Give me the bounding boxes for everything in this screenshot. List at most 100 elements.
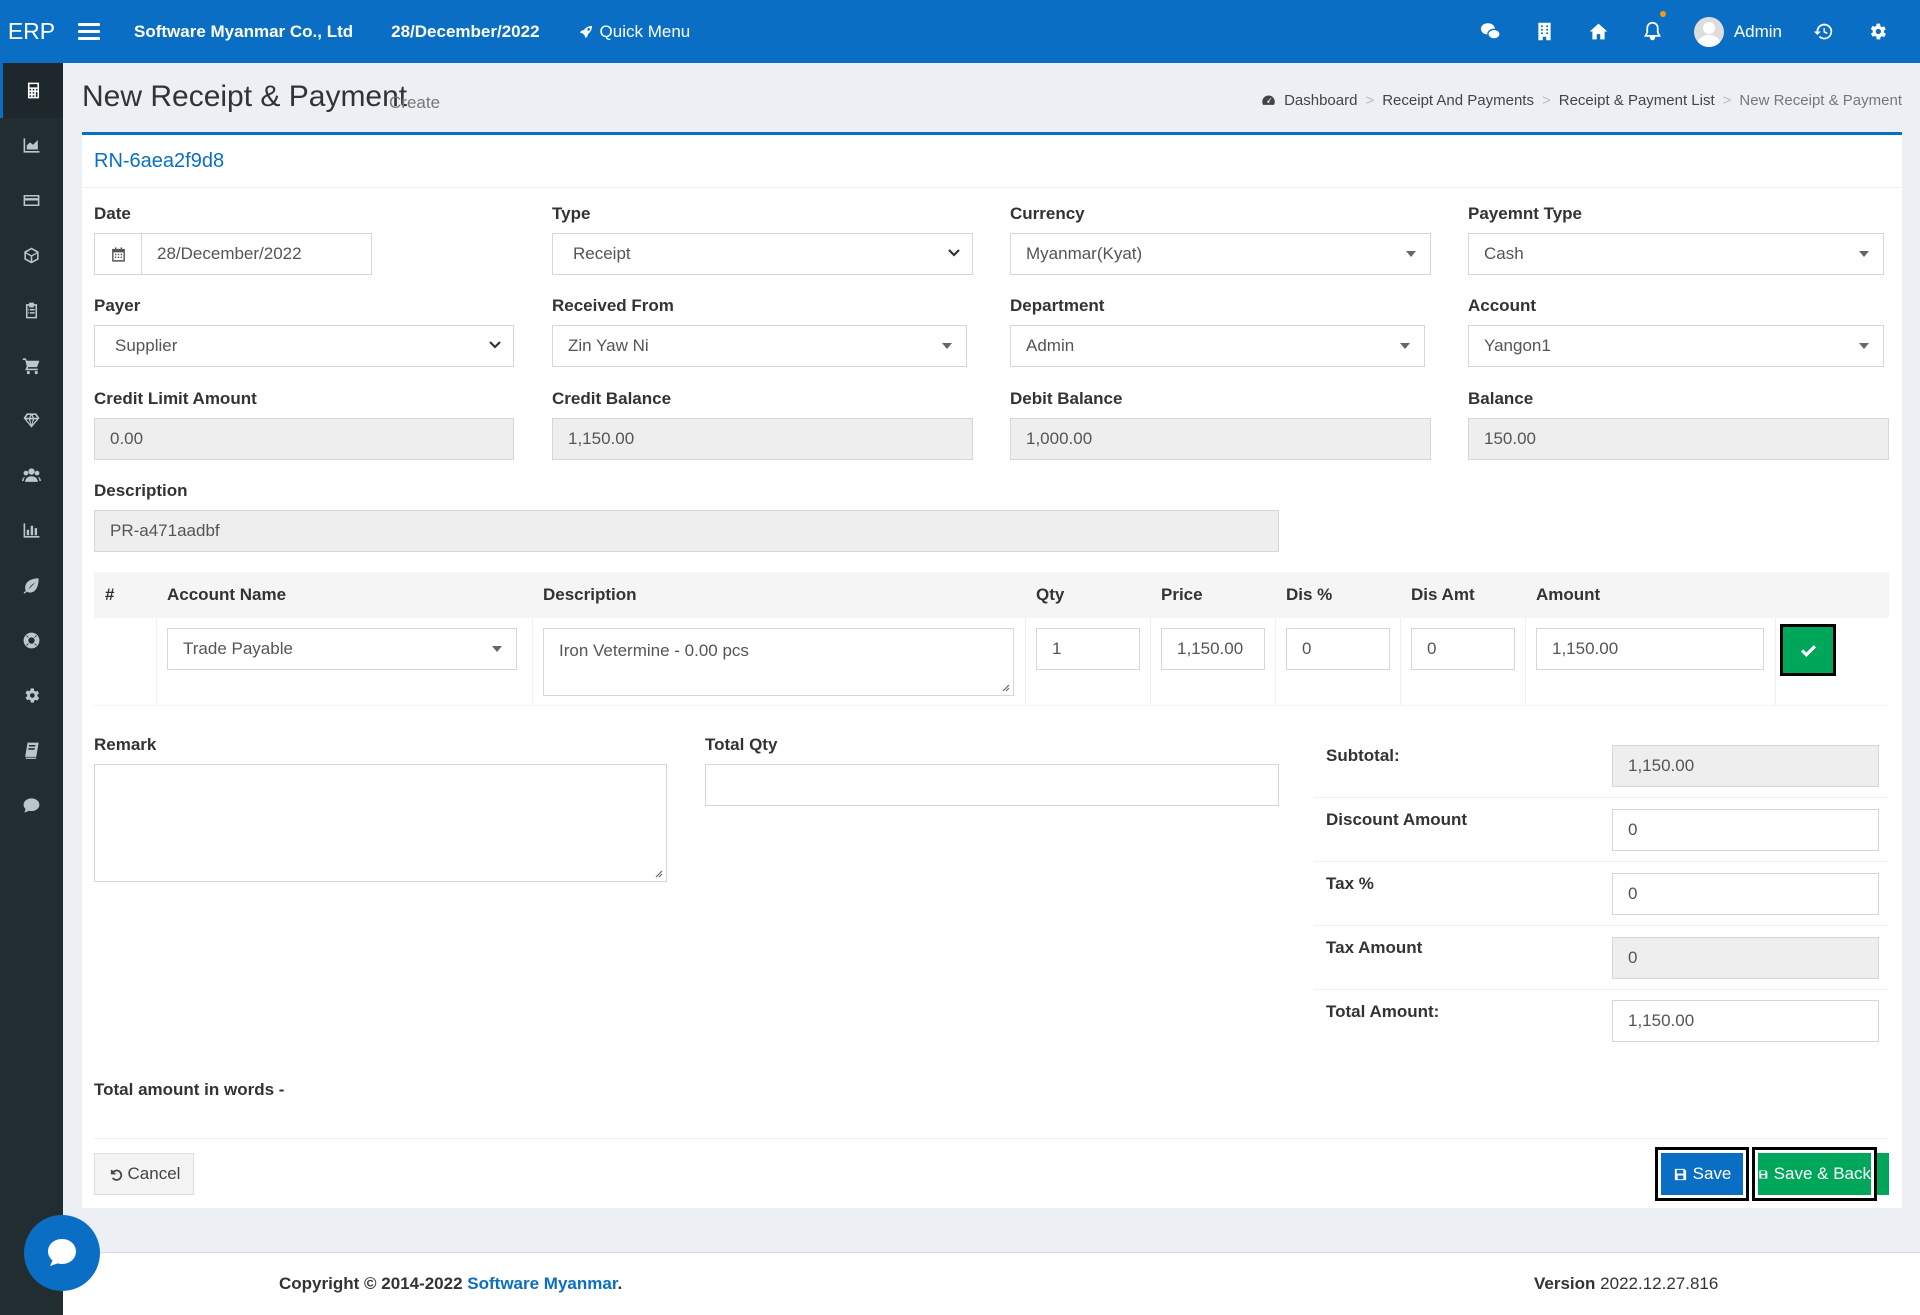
history-icon[interactable]: [1796, 0, 1850, 63]
divider: [1775, 618, 1776, 706]
column-header-amount: Amount: [1536, 585, 1601, 604]
cancel-button[interactable]: Cancel: [94, 1153, 194, 1195]
account-label: Account: [1468, 296, 1536, 315]
version-value: 2022.12.27.816: [1600, 1274, 1719, 1293]
save-label: Save: [1692, 1164, 1732, 1183]
quick-menu-label: Quick Menu: [599, 21, 691, 41]
user-name: Admin: [1733, 21, 1782, 41]
quick-menu-link[interactable]: Quick Menu: [578, 21, 691, 42]
bar-chart-icon[interactable]: [0, 503, 63, 558]
save-button[interactable]: Save: [1655, 1147, 1749, 1201]
breadcrumb-separator: >: [1722, 92, 1732, 109]
amount-input[interactable]: 1,150.00: [1536, 628, 1764, 670]
confirm-row-button[interactable]: [1780, 624, 1836, 676]
clipboard-icon[interactable]: [0, 283, 63, 338]
current-date: 28/December/2022: [391, 21, 540, 41]
credit-limit-input: 0.00: [94, 418, 514, 460]
remark-label: Remark: [94, 735, 157, 754]
diamond-icon[interactable]: [0, 393, 63, 448]
user-menu[interactable]: Admin: [1680, 0, 1796, 63]
users-icon[interactable]: [0, 448, 63, 503]
check-icon: [1800, 644, 1816, 657]
calculator-icon[interactable]: [0, 63, 63, 118]
total-amount-input[interactable]: 1,150.00: [1612, 1000, 1879, 1042]
calendar-icon[interactable]: [94, 233, 142, 275]
resize-handle-icon[interactable]: [1000, 682, 1010, 692]
company-link[interactable]: Software Myanmar: [467, 1274, 617, 1293]
column-header-dis-amt: Dis Amt: [1411, 585, 1475, 604]
comment-icon[interactable]: [0, 778, 63, 833]
price-input[interactable]: 1,150.00: [1161, 628, 1265, 670]
notification-dot: [1659, 11, 1666, 17]
cancel-label: Cancel: [127, 1164, 181, 1183]
bell-icon[interactable]: [1626, 0, 1680, 63]
rocket-icon: [579, 25, 592, 38]
currency-select[interactable]: Myanmar(Kyat): [1010, 233, 1431, 275]
caret-down-icon: [1859, 251, 1869, 257]
book-icon[interactable]: [0, 723, 63, 778]
dis-pct-input[interactable]: 0: [1286, 628, 1390, 670]
caret-down-icon: [942, 343, 952, 349]
currency-value: Myanmar(Kyat): [1026, 244, 1143, 263]
version-label: Version: [1534, 1274, 1596, 1293]
balance-input: 150.00: [1468, 418, 1889, 460]
type-select[interactable]: Receipt: [552, 233, 973, 275]
copyright: Copyright © 2014-2022 Software Myanmar.: [279, 1274, 622, 1294]
cart-icon[interactable]: [0, 338, 63, 393]
gear-icon[interactable]: [0, 668, 63, 723]
remark-textarea[interactable]: [94, 764, 667, 882]
caret-down-icon: [1406, 251, 1416, 257]
building-icon[interactable]: [1518, 0, 1572, 63]
date-input[interactable]: 28/December/2022: [141, 233, 372, 275]
divider: [1275, 618, 1276, 706]
payer-label: Payer: [94, 296, 141, 315]
life-ring-icon[interactable]: [0, 613, 63, 668]
payer-select[interactable]: Supplier: [94, 325, 514, 367]
company-name: Software Myanmar Co., Ltd: [134, 21, 354, 41]
divider: [1314, 989, 1889, 990]
payment-type-select[interactable]: Cash: [1468, 233, 1884, 275]
page-subtitle: Create: [389, 93, 441, 112]
breadcrumb-receipt-and-payments[interactable]: Receipt And Payments: [1382, 92, 1534, 109]
gear-icon[interactable]: [1850, 0, 1904, 63]
resize-handle-icon[interactable]: [653, 868, 663, 878]
undo-icon: [110, 1169, 122, 1181]
department-select[interactable]: Admin: [1010, 325, 1425, 367]
wechat-icon[interactable]: [1464, 0, 1518, 63]
breadcrumb: Dashboard > Receipt And Payments > Recei…: [1261, 92, 1902, 109]
breadcrumb-dashboard[interactable]: Dashboard: [1284, 92, 1357, 109]
top-navbar: ERP Software Myanmar Co., Ltd 28/Decembe…: [0, 0, 1920, 63]
account-name-select[interactable]: Trade Payable: [167, 628, 517, 670]
total-qty-input[interactable]: [705, 764, 1279, 806]
area-chart-icon[interactable]: [0, 118, 63, 173]
save-icon: [1759, 1169, 1768, 1179]
receipt-number: RN-6aea2f9d8: [94, 150, 225, 172]
tax-pct-input[interactable]: 0: [1612, 873, 1879, 915]
caret-down-icon: [1400, 343, 1410, 349]
payer-value: Supplier: [115, 336, 178, 355]
row-description-textarea[interactable]: Iron Vetermine - 0.00 pcs: [543, 628, 1014, 696]
dis-amt-input[interactable]: 0: [1411, 628, 1515, 670]
cube-icon[interactable]: [0, 228, 63, 283]
divider: [1314, 861, 1889, 862]
breadcrumb-receipt-payment-list[interactable]: Receipt & Payment List: [1559, 92, 1715, 109]
discount-amount-input[interactable]: 0: [1612, 809, 1879, 851]
type-value: Receipt: [573, 244, 631, 263]
column-header-qty: Qty: [1036, 585, 1065, 604]
account-select[interactable]: Yangon1: [1468, 325, 1884, 367]
avatar: [1693, 16, 1724, 47]
leaf-icon[interactable]: [0, 558, 63, 613]
app-logo[interactable]: ERP: [0, 0, 63, 63]
credit-balance-input: 1,150.00: [552, 418, 973, 460]
department-label: Department: [1010, 296, 1105, 315]
menu-toggle-icon[interactable]: [78, 23, 100, 40]
divider: [1025, 618, 1026, 706]
qty-input[interactable]: 1: [1036, 628, 1140, 670]
home-icon[interactable]: [1572, 0, 1626, 63]
credit-card-icon[interactable]: [0, 173, 63, 228]
dashboard-icon: [1262, 95, 1275, 105]
breadcrumb-current: New Receipt & Payment: [1739, 92, 1902, 109]
chat-widget-button[interactable]: [24, 1215, 100, 1291]
save-and-back-button[interactable]: Save & Back: [1752, 1147, 1877, 1201]
received-from-select[interactable]: Zin Yaw Ni: [552, 325, 967, 367]
